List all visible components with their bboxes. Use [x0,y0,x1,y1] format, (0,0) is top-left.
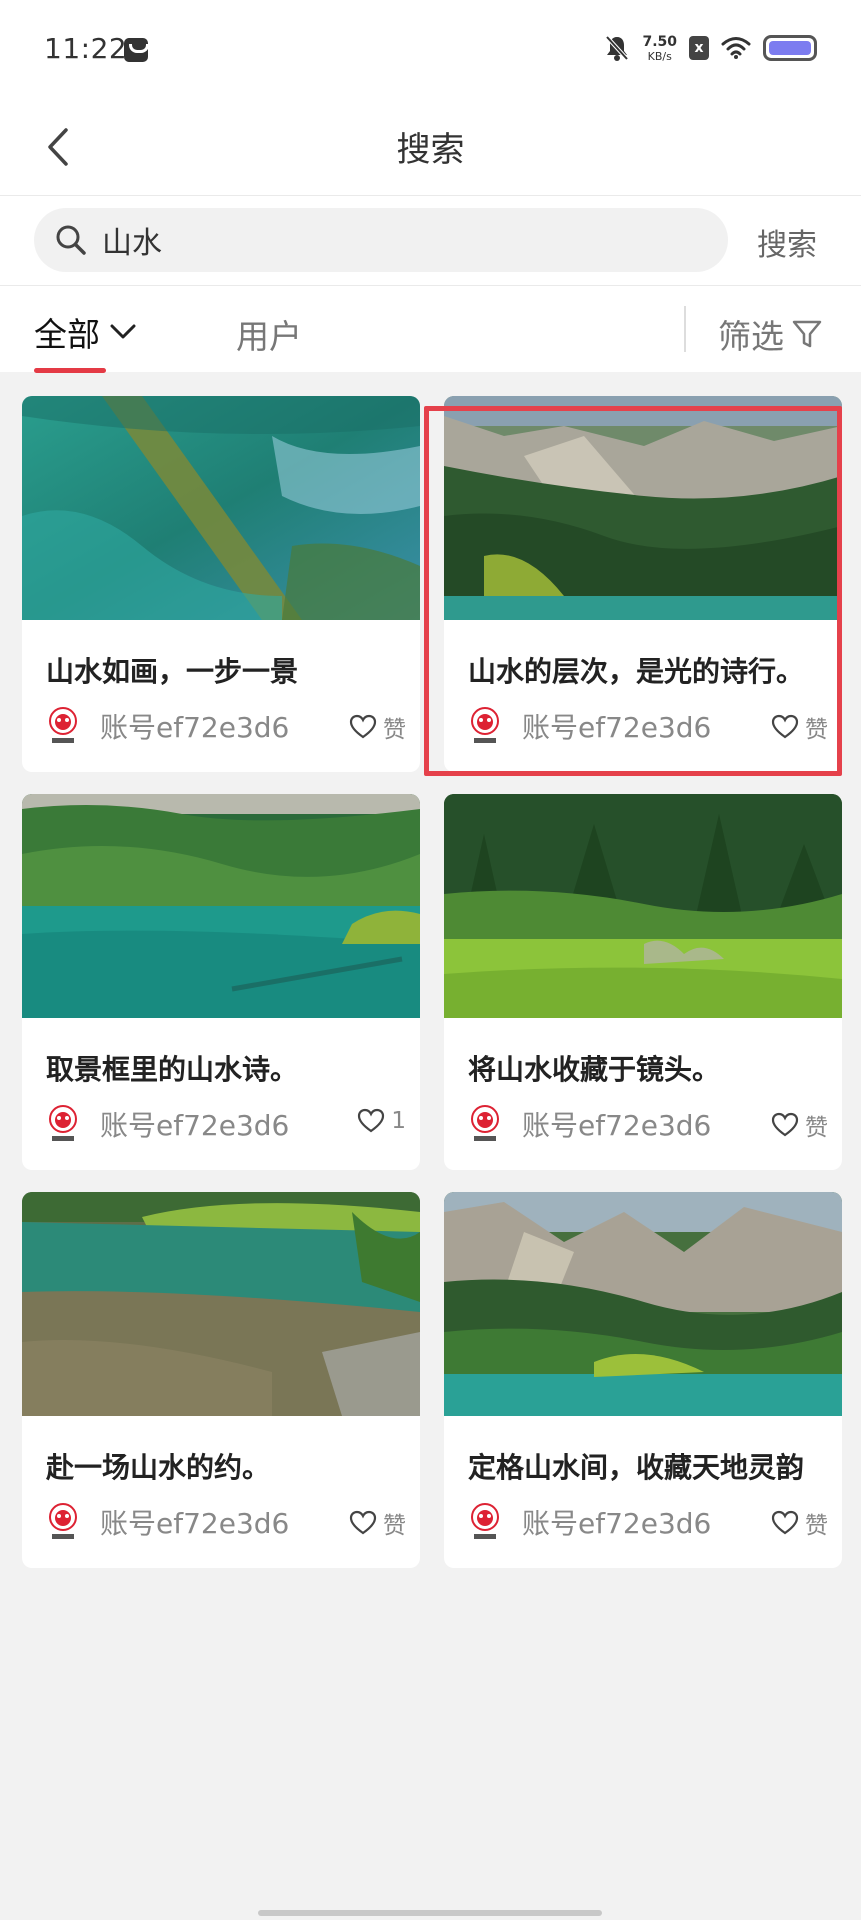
page-title: 搜索 [396,130,465,170]
author-name[interactable]: 账号ef72e3d6 [522,1104,711,1144]
search-input[interactable] [102,222,662,258]
search-box[interactable] [34,208,728,272]
like-count: 1 [391,1108,406,1134]
status-indicators: 7.50 KB/s x [604,34,817,62]
avatar[interactable] [468,1104,502,1144]
chevron-down-icon [110,324,136,339]
card-meta: 账号ef72e3d6 赞 [468,704,828,748]
heart-icon [349,1510,377,1535]
result-card[interactable]: 山水的层次，是光的诗行。 账号ef72e3d6 赞 [444,396,842,772]
search-button[interactable]: 搜索 [757,220,817,264]
card-title: 取景框里的山水诗。 [46,1053,299,1086]
like-count: 赞 [805,1115,828,1141]
network-speed: 7.50 KB/s [642,35,677,62]
status-time: 11:22 [44,32,128,65]
like-button[interactable]: 赞 [771,710,828,744]
sim-off-icon: x [689,36,709,60]
network-speed-unit: KB/s [647,49,672,63]
card-title: 赴一场山水的约。 [46,1451,271,1484]
avatar[interactable] [468,706,502,746]
heart-icon [771,714,799,739]
bell-off-icon [605,35,629,61]
result-card[interactable]: 山水如画，一步一景 账号ef72e3d6 赞 [22,396,420,772]
like-button[interactable]: 1 [357,1108,406,1134]
result-card[interactable]: 赴一场山水的约。 账号ef72e3d6 赞 [22,1192,420,1568]
card-meta: 账号ef72e3d6 赞 [468,1500,828,1544]
author-name[interactable]: 账号ef72e3d6 [522,1502,711,1542]
heart-icon [358,1108,385,1133]
result-card[interactable]: 取景框里的山水诗。 账号ef72e3d6 1 [22,794,420,1170]
card-title: 将山水收藏于镜头。 [468,1053,721,1086]
search-icon [56,225,86,255]
author-name[interactable]: 账号ef72e3d6 [100,706,289,746]
like-count: 赞 [805,1513,828,1539]
heart-icon [771,1112,799,1137]
card-image[interactable] [22,396,420,620]
card-title: 山水的层次，是光的诗行。 [468,655,805,688]
card-meta: 账号ef72e3d6 1 [46,1102,406,1146]
status-bar: 11:22 7.50 KB/s x [0,0,861,100]
result-card[interactable]: 定格山水间，收藏天地灵韵 账号ef72e3d6 赞 [444,1192,842,1568]
active-tab-indicator [34,368,106,373]
card-image[interactable] [444,794,842,1018]
result-card[interactable]: 将山水收藏于镜头。 账号ef72e3d6 赞 [444,794,842,1170]
card-meta: 账号ef72e3d6 赞 [46,1500,406,1544]
avatar[interactable] [468,1502,502,1542]
card-image[interactable] [444,1192,842,1416]
card-image[interactable] [444,396,842,620]
card-title: 山水如画，一步一景 [46,655,299,688]
battery-level [769,41,811,55]
avatar[interactable] [46,1502,80,1542]
card-meta: 账号ef72e3d6 赞 [46,704,406,748]
home-indicator[interactable] [258,1910,602,1916]
avatar[interactable] [46,706,80,746]
heart-icon [771,1510,799,1535]
filter-label: 筛选 [718,317,784,356]
like-count: 赞 [383,717,406,743]
filter-button[interactable]: 筛选 [718,310,824,358]
nav-bar: 搜索 [0,100,861,196]
like-button[interactable]: 赞 [349,1506,406,1540]
author-name[interactable]: 账号ef72e3d6 [522,706,711,746]
heart-icon [349,714,377,739]
search-row: 搜索 [0,196,861,286]
avatar[interactable] [46,1104,80,1144]
tab-all[interactable]: 全部 [34,308,138,356]
card-image[interactable] [22,794,420,1018]
wifi-icon [721,37,751,59]
like-count: 赞 [383,1513,406,1539]
filter-icon [792,320,822,348]
author-name[interactable]: 账号ef72e3d6 [100,1104,289,1144]
tabs-divider [684,306,686,352]
card-title: 定格山水间，收藏天地灵韵 [468,1451,805,1484]
like-button[interactable]: 赞 [771,1506,828,1540]
card-meta: 账号ef72e3d6 赞 [468,1102,828,1146]
tabs-row: 全部 用户 筛选 [0,286,861,373]
card-image[interactable] [22,1192,420,1416]
like-count: 赞 [805,717,828,743]
battery-icon [763,35,817,61]
author-name[interactable]: 账号ef72e3d6 [100,1502,289,1542]
network-speed-value: 7.50 [642,33,677,50]
tab-user[interactable]: 用户 [236,310,302,358]
like-button[interactable]: 赞 [349,710,406,744]
message-notification-icon [124,38,149,62]
like-button[interactable]: 赞 [771,1108,828,1142]
tab-all-label: 全部 [34,315,100,354]
